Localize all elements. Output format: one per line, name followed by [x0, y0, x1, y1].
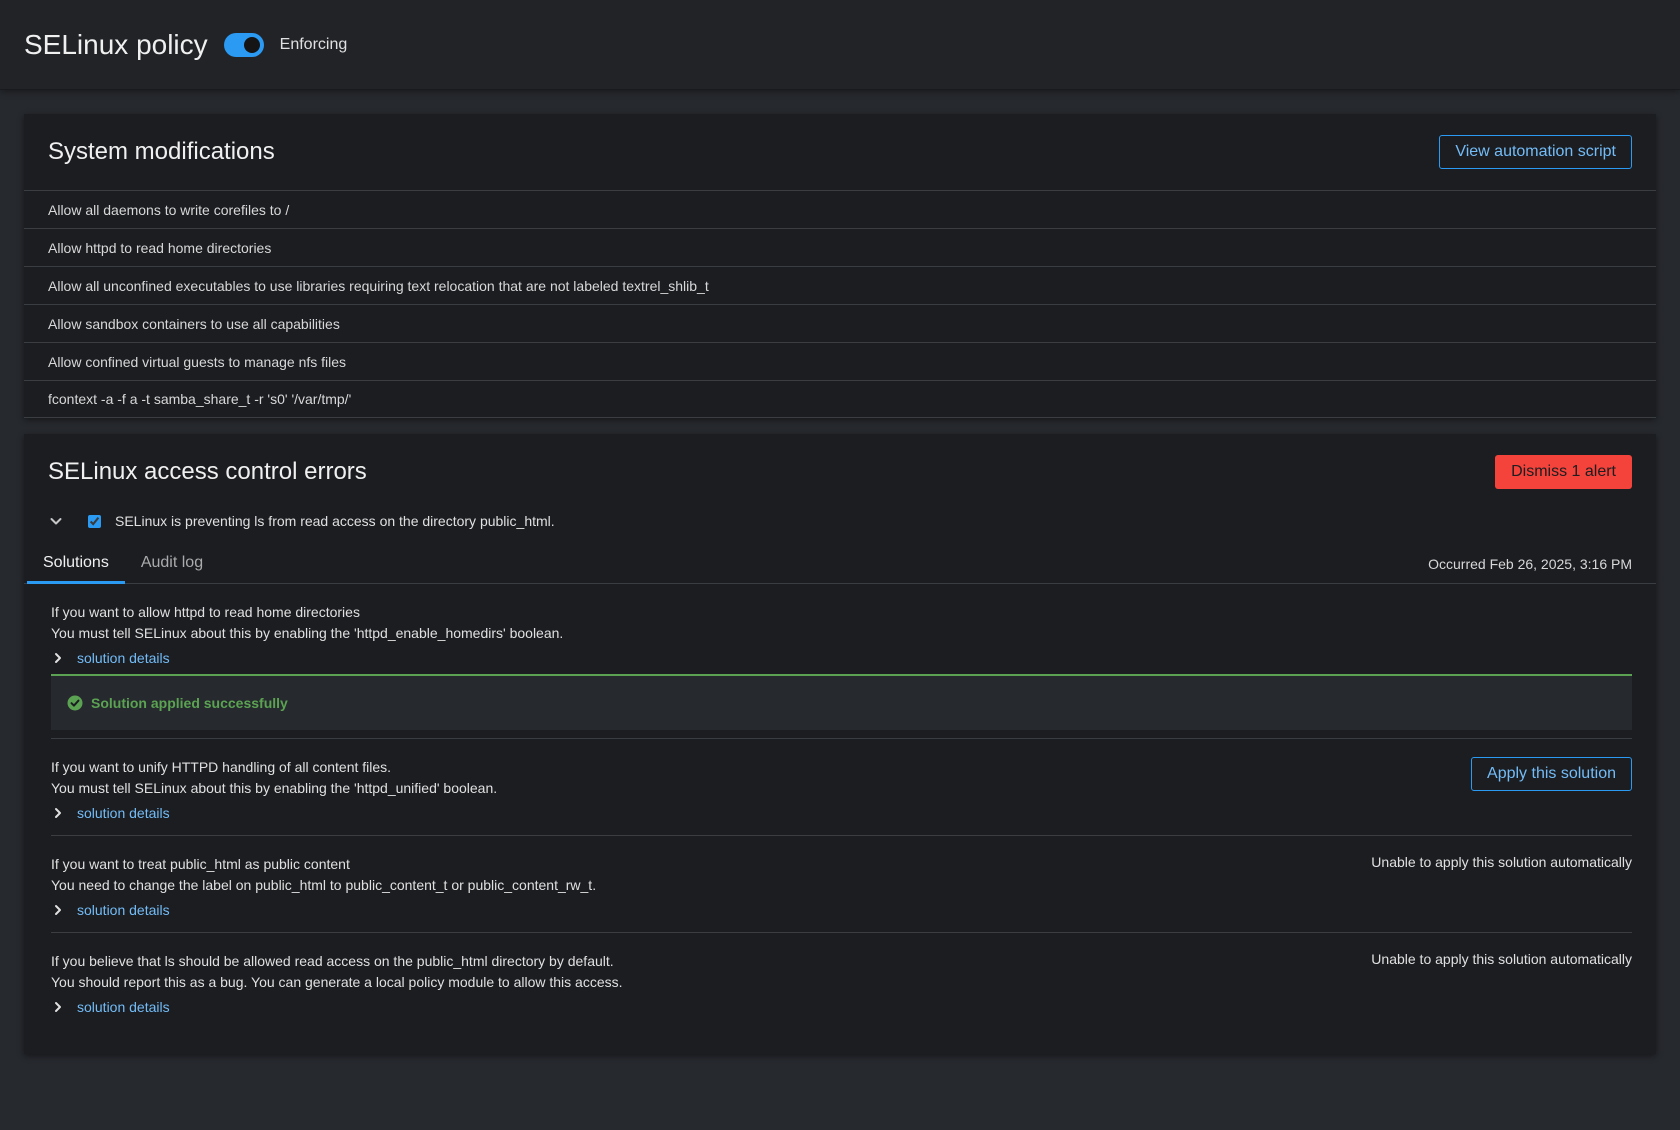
modification-list: Allow all daemons to write corefiles to …: [24, 190, 1656, 418]
tab-solutions[interactable]: Solutions: [27, 544, 125, 584]
solution-title: If you want to unify HTTPD handling of a…: [51, 759, 392, 775]
access-control-errors-header: SELinux access control errors Dismiss 1 …: [24, 434, 1656, 510]
solution-status: Unable to apply this solution automatica…: [1371, 854, 1632, 870]
solution-description: You must tell SELinux about this by enab…: [51, 780, 498, 796]
access-control-errors-title: SELinux access control errors: [48, 458, 367, 485]
system-modifications-header: System modifications View automation scr…: [24, 114, 1656, 190]
solution-details-label: solution details: [77, 650, 170, 666]
solution-title: If you believe that ls should be allowed…: [51, 953, 614, 969]
check-circle-icon: [67, 695, 83, 711]
solution-details-toggle[interactable]: solution details: [51, 650, 563, 666]
solution-item: If you want to allow httpd to read home …: [51, 584, 1632, 674]
chevron-right-icon: [55, 808, 61, 818]
solution-description: You should report this as a bug. You can…: [51, 974, 623, 990]
toggle-knob: [243, 36, 260, 53]
dismiss-alert-button[interactable]: Dismiss 1 alert: [1495, 455, 1632, 489]
solution-body: If you believe that ls should be allowed…: [51, 951, 623, 1015]
page-header: SELinux policy Enforcing: [0, 0, 1680, 90]
occurred-timestamp: Occurred Feb 26, 2025, 3:16 PM: [1428, 555, 1632, 572]
enforcing-toggle[interactable]: [223, 32, 264, 57]
solution-details-label: solution details: [77, 902, 170, 918]
solution-details-label: solution details: [77, 805, 170, 821]
modification-item: Allow all unconfined executables to use …: [24, 266, 1656, 304]
solution-item: If you want to unify HTTPD handling of a…: [51, 738, 1632, 835]
modification-item: Allow all daemons to write corefiles to …: [24, 190, 1656, 228]
alert-tabs-bar: Solutions Audit log Occurred Feb 26, 202…: [24, 544, 1656, 584]
solution-item: If you believe that ls should be allowed…: [51, 932, 1632, 1029]
solution-description: You need to change the label on public_h…: [51, 877, 597, 893]
solution-details-toggle[interactable]: solution details: [51, 999, 623, 1015]
chevron-down-icon[interactable]: [48, 513, 64, 529]
modification-item: Allow httpd to read home directories: [24, 228, 1656, 266]
system-modifications-title: System modifications: [48, 138, 275, 165]
access-control-errors-card: SELinux access control errors Dismiss 1 …: [24, 434, 1656, 1054]
solution-title: If you want to treat public_html as publ…: [51, 856, 350, 872]
alert-checkbox[interactable]: [88, 514, 101, 528]
alert-tabs: Solutions Audit log: [27, 544, 219, 584]
alert-message: SELinux is preventing ls from read acces…: [115, 513, 555, 529]
success-alert: Solution applied successfully: [51, 674, 1632, 730]
modification-item: Allow sandbox containers to use all capa…: [24, 304, 1656, 342]
solution-body: If you want to treat public_html as publ…: [51, 854, 596, 918]
modification-item: fcontext -a -f a -t samba_share_t -r 's0…: [24, 380, 1656, 418]
apply-solution-button[interactable]: Apply this solution: [1471, 757, 1632, 791]
tab-audit-log[interactable]: Audit log: [125, 544, 219, 584]
chevron-right-icon: [55, 653, 61, 663]
solution-item: If you want to treat public_html as publ…: [51, 835, 1632, 932]
solution-title: If you want to allow httpd to read home …: [51, 604, 360, 620]
alert-row: SELinux is preventing ls from read acces…: [24, 504, 1656, 538]
solution-body: If you want to allow httpd to read home …: [51, 602, 563, 666]
solution-body: If you want to unify HTTPD handling of a…: [51, 757, 497, 821]
success-message: Solution applied successfully: [91, 695, 288, 711]
system-modifications-card: System modifications View automation scr…: [24, 114, 1656, 418]
modification-item: Allow confined virtual guests to manage …: [24, 342, 1656, 380]
solution-details-toggle[interactable]: solution details: [51, 902, 596, 918]
view-automation-script-button[interactable]: View automation script: [1439, 135, 1632, 169]
solution-status: Unable to apply this solution automatica…: [1371, 951, 1632, 967]
enforcing-toggle-label: Enforcing: [279, 35, 348, 53]
page-title: SELinux policy: [24, 28, 208, 60]
solution-details-toggle[interactable]: solution details: [51, 805, 497, 821]
chevron-right-icon: [55, 1002, 61, 1012]
chevron-right-icon: [55, 905, 61, 915]
solution-description: You must tell SELinux about this by enab…: [51, 625, 564, 641]
solution-details-label: solution details: [77, 999, 170, 1015]
